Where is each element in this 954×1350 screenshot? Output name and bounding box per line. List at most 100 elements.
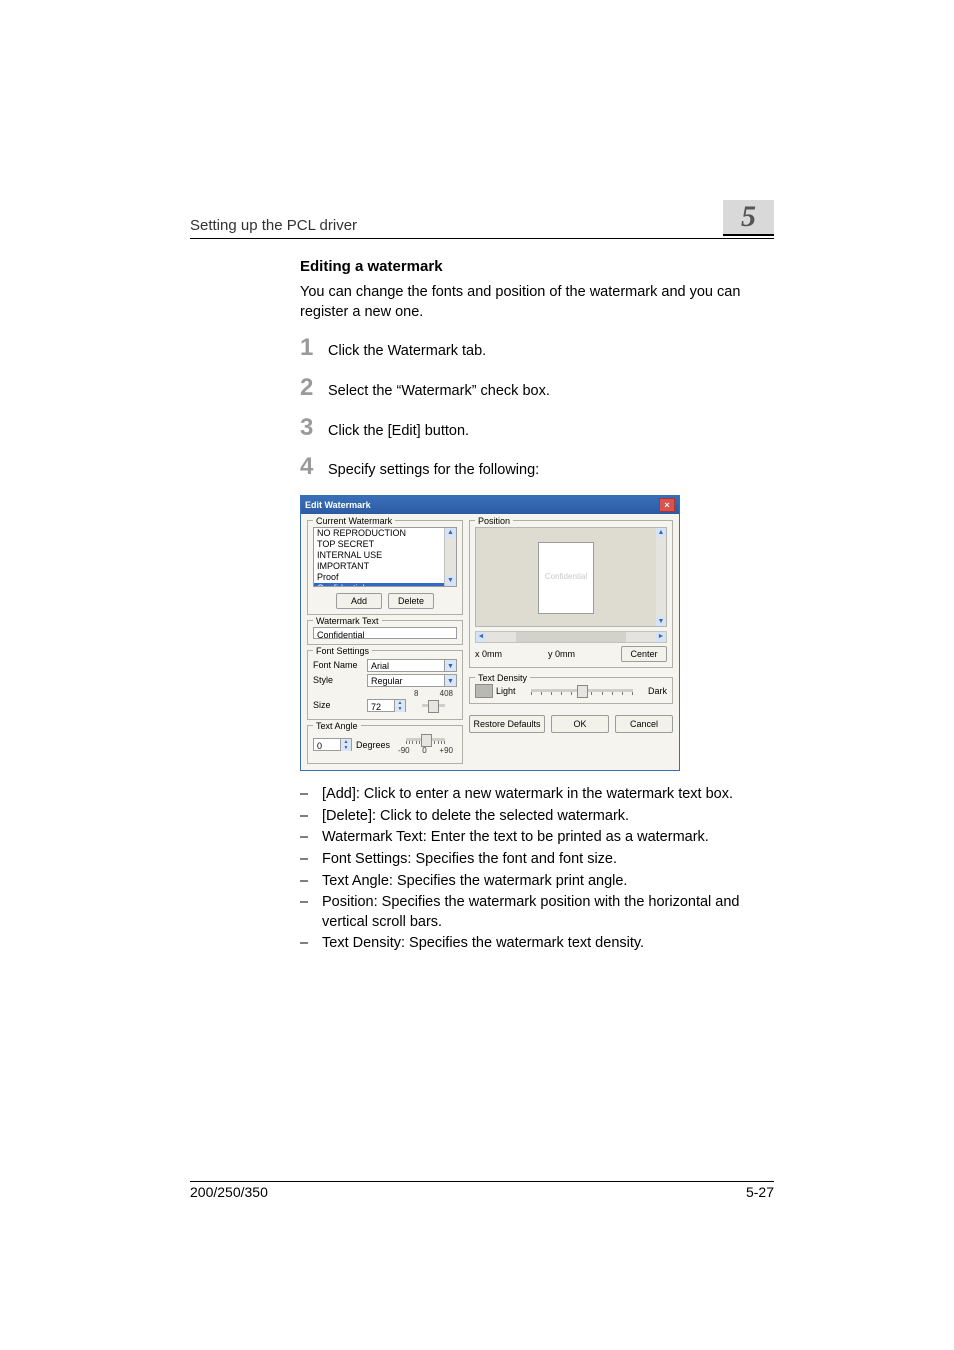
group-label: Text Density [475,672,530,684]
list-item[interactable]: Proof [314,572,456,583]
header-rule [190,238,774,239]
y-label: y [548,649,553,659]
footer-rule [190,1181,774,1182]
text-angle-input[interactable]: 0 [313,738,341,751]
list-item[interactable]: IMPORTANT [314,561,456,572]
font-name-select[interactable]: Arial ▼ [367,659,457,672]
font-settings-group: Font Settings Font Name Arial ▼ [307,650,463,720]
bullet-text: Font Settings: Specifies the font and fo… [322,850,617,870]
angle-min-label: -90 [398,746,410,757]
preview-watermark-text: Confidential [545,572,587,583]
intro-paragraph: You can change the fonts and position of… [300,283,774,322]
chevron-down-icon[interactable]: ▼ [444,660,456,671]
dash-icon: – [300,807,322,827]
font-size-label: Size [313,699,363,711]
watermark-listbox[interactable]: NO REPRODUCTION TOP SECRET INTERNAL USE … [313,527,457,587]
position-preview: Confidential ▲ ▼ [475,527,667,627]
step-text: Click the Watermark tab. [328,342,774,362]
position-group: Position Confidential ▲ ▼ [469,520,673,668]
scrollbar-thumb[interactable] [516,632,626,642]
angle-mid-label: 0 [422,746,426,757]
cancel-button[interactable]: Cancel [615,715,673,733]
list-item[interactable]: INTERNAL USE [314,550,456,561]
edit-watermark-dialog: Edit Watermark × Current Watermark NO RE… [300,495,680,772]
chevron-right-icon[interactable]: ► [656,632,666,642]
step-number: 3 [300,416,328,440]
section-heading: Editing a watermark [300,257,774,277]
chevron-down-icon[interactable]: ▼ [444,675,456,686]
text-angle-slider[interactable] [398,734,453,746]
chevron-down-icon[interactable]: ▼ [341,745,351,751]
bullet-text: Position: Specifies the watermark positi… [322,893,774,932]
density-swatch [475,684,493,698]
text-angle-stepper[interactable]: 0 ▲ ▼ [313,738,352,751]
restore-defaults-button[interactable]: Restore Defaults [469,715,545,733]
group-label: Text Angle [313,720,361,732]
running-head: Setting up the PCL driver [190,217,357,234]
horizontal-scrollbar[interactable]: ◄ ► [475,631,667,643]
list-item[interactable]: TOP SECRET [314,539,456,550]
delete-button[interactable]: Delete [388,593,434,609]
group-label: Current Watermark [313,515,395,527]
footer-model: 200/250/350 [190,1184,268,1200]
font-name-value: Arial [371,661,389,671]
chapter-number-badge: 5 [723,200,774,236]
density-light-label: Light [496,685,516,697]
degrees-label: Degrees [356,739,390,751]
size-min-label: 8 [414,689,418,700]
font-size-slider[interactable] [414,700,453,712]
size-max-label: 408 [440,689,453,700]
font-style-value: Regular [371,676,403,686]
x-value: 0mm [482,649,502,659]
vertical-scrollbar[interactable]: ▲ ▼ [656,528,666,626]
bullet-text: [Add]: Click to enter a new watermark in… [322,785,733,805]
font-size-stepper[interactable]: 72 ▲ ▼ [367,699,406,712]
density-slider[interactable] [523,685,641,697]
step-number: 4 [300,455,328,479]
current-watermark-group: Current Watermark NO REPRODUCTION TOP SE… [307,520,463,615]
watermark-text-input[interactable]: Confidential [313,627,457,639]
center-button[interactable]: Center [621,646,667,662]
list-item[interactable]: NO REPRODUCTION [314,528,456,539]
dialog-title: Edit Watermark [305,499,371,511]
list-item[interactable]: Confidential [314,583,456,587]
dash-icon: – [300,828,322,848]
step-text: Specify settings for the following: [328,461,774,481]
font-name-label: Font Name [313,659,363,671]
font-size-input[interactable]: 72 [367,699,395,712]
preview-page: Confidential [538,542,594,614]
bullet-text: Watermark Text: Enter the text to be pri… [322,828,709,848]
group-label: Position [475,515,513,527]
chevron-up-icon[interactable]: ▲ [445,528,456,538]
font-style-select[interactable]: Regular ▼ [367,674,457,687]
text-angle-group: Text Angle 0 ▲ ▼ Degrees [307,725,463,765]
group-label: Font Settings [313,645,372,657]
dash-icon: – [300,893,322,932]
vertical-scrollbar[interactable]: ▲ ▼ [444,528,456,586]
chevron-down-icon[interactable]: ▼ [445,576,456,586]
chevron-up-icon[interactable]: ▲ [656,528,666,537]
add-button[interactable]: Add [336,593,382,609]
step-text: Select the “Watermark” check box. [328,382,774,402]
density-dark-label: Dark [648,685,667,697]
dash-icon: – [300,872,322,892]
dash-icon: – [300,850,322,870]
ok-button[interactable]: OK [551,715,609,733]
step-text: Click the [Edit] button. [328,422,774,442]
step-number: 2 [300,376,328,400]
dash-icon: – [300,934,322,954]
bullet-text: Text Angle: Specifies the watermark prin… [322,872,627,892]
chevron-down-icon[interactable]: ▼ [395,706,405,712]
text-density-group: Text Density Light [469,677,673,704]
bullet-text: Text Density: Specifies the watermark te… [322,934,644,954]
font-style-label: Style [313,674,363,686]
dash-icon: – [300,785,322,805]
y-value: 0mm [555,649,575,659]
watermark-text-group: Watermark Text Confidential [307,620,463,645]
group-label: Watermark Text [313,615,382,627]
footer-page-number: 5-27 [746,1184,774,1200]
bullet-text: [Delete]: Click to delete the selected w… [322,807,629,827]
chevron-left-icon[interactable]: ◄ [476,632,486,642]
close-icon[interactable]: × [659,498,675,512]
chevron-down-icon[interactable]: ▼ [656,617,666,626]
